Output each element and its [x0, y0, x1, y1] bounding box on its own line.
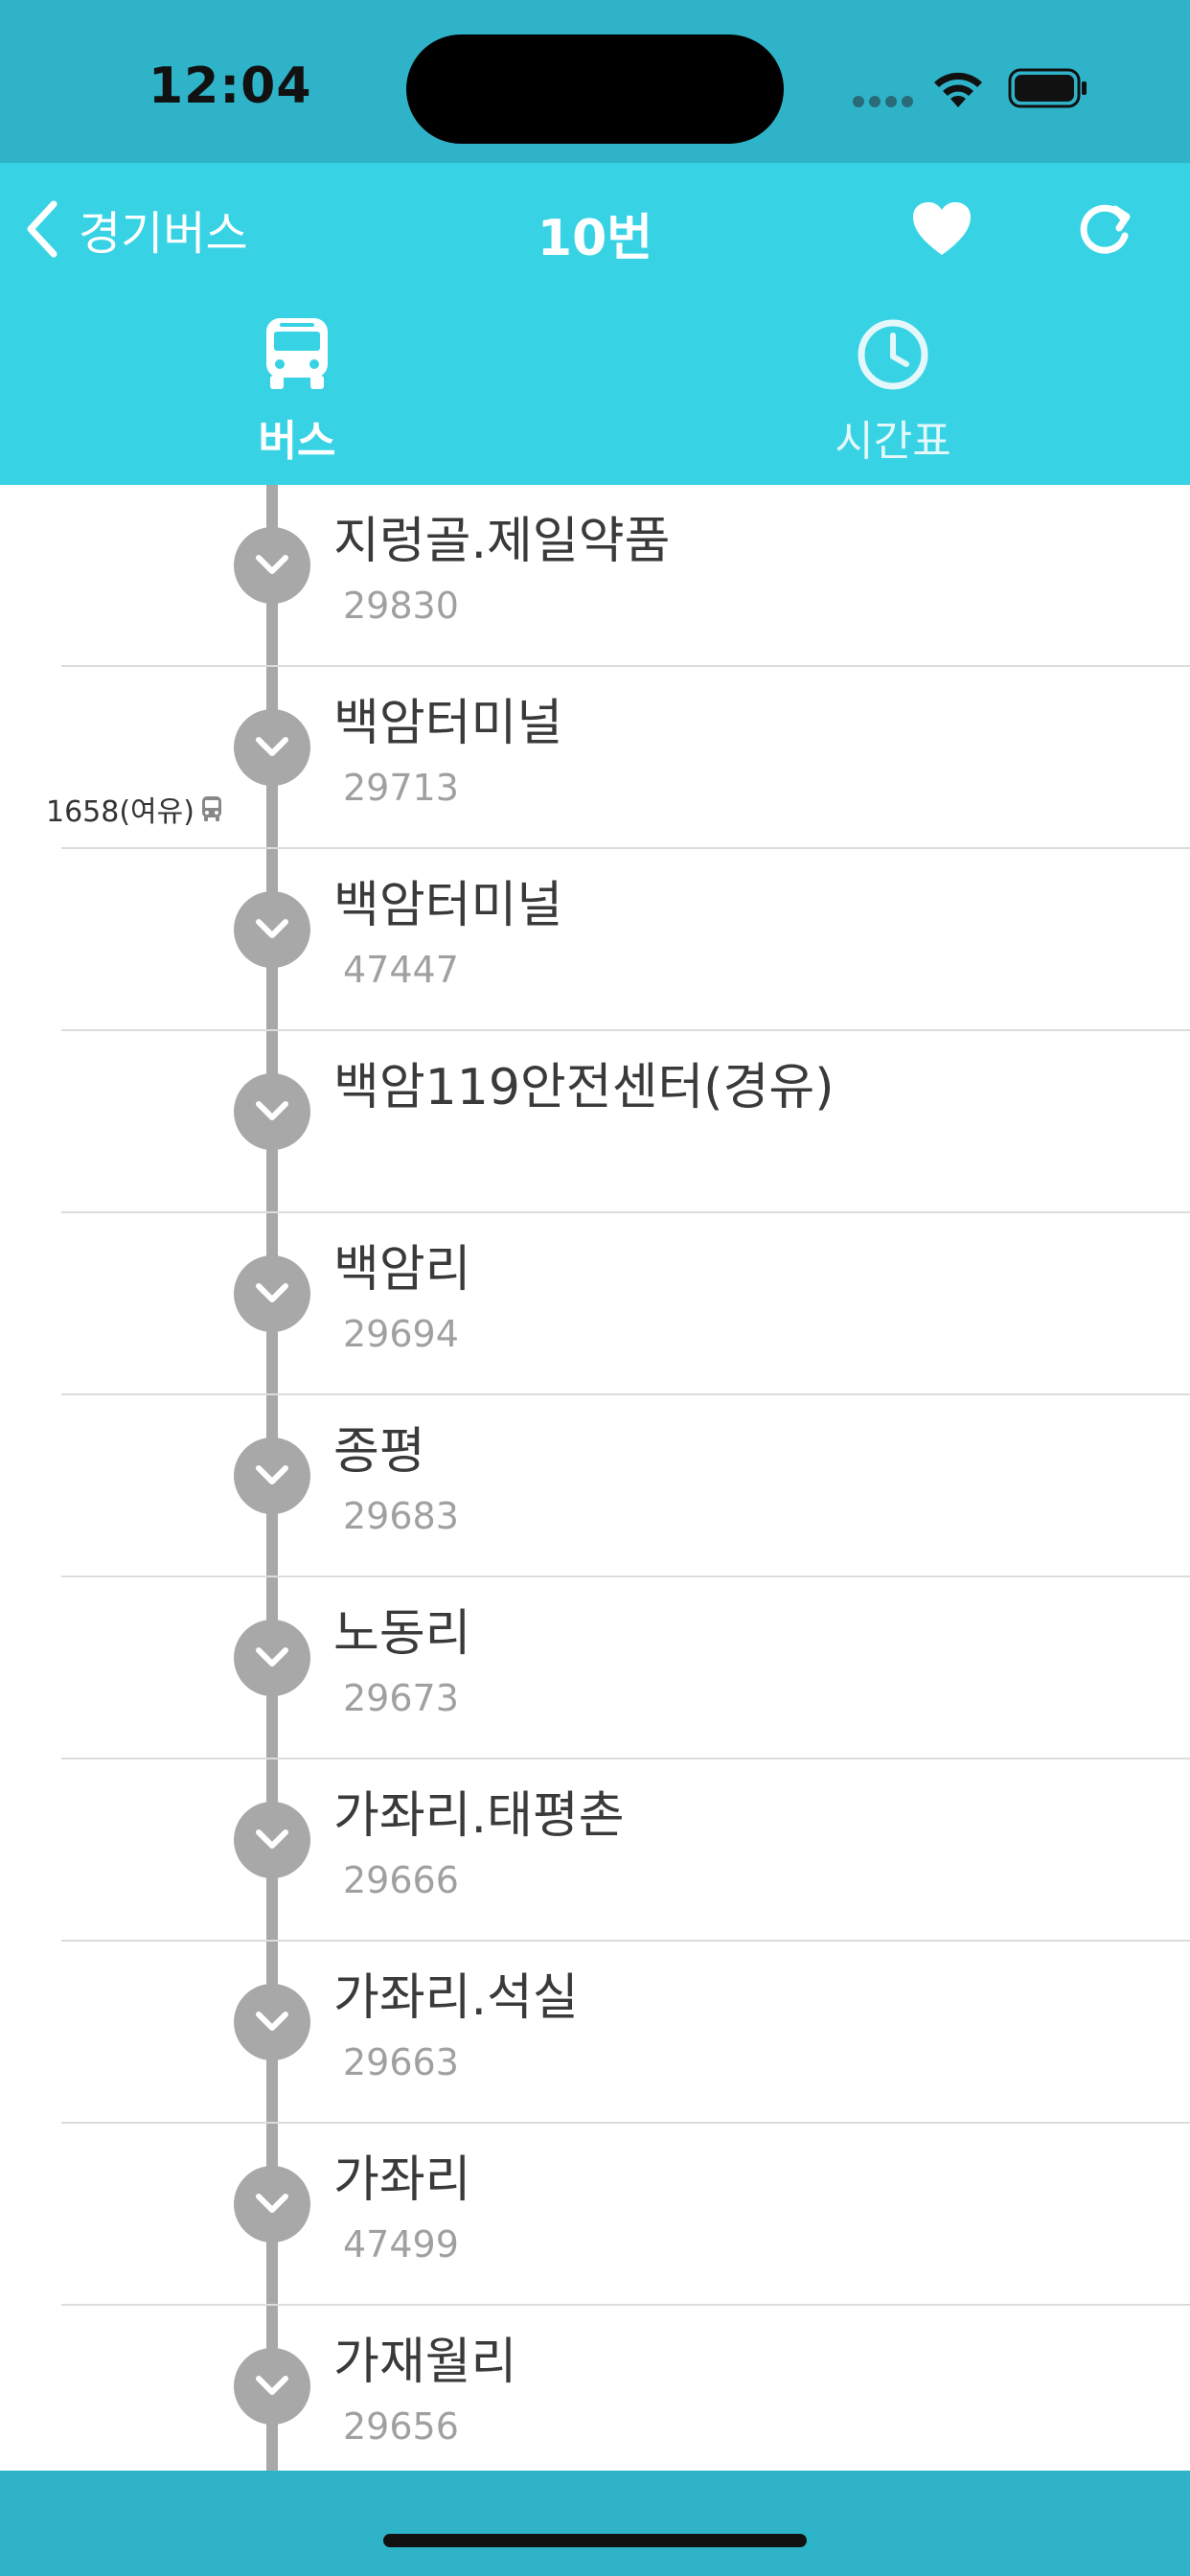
tab-timetable[interactable]: 시간표	[749, 316, 1037, 485]
stop-id: 29663	[343, 2041, 459, 2083]
refresh-icon[interactable]	[1073, 197, 1136, 261]
stop-id: 29656	[343, 2405, 459, 2448]
chevron-left-icon	[27, 200, 57, 258]
stop-node	[234, 709, 310, 786]
chevron-down-icon	[256, 737, 288, 756]
chevron-down-icon	[256, 555, 288, 574]
stop-node	[234, 2348, 310, 2425]
dynamic-island	[406, 34, 784, 144]
status-bar: 12:04	[0, 0, 1190, 163]
stop-name: 백암터미널	[333, 695, 563, 752]
stop-id: 29673	[343, 1677, 459, 1719]
tab-timetable-label: 시간표	[835, 417, 951, 466]
stop-name: 지렁골.제일약품	[333, 513, 671, 570]
stop-node	[234, 1255, 310, 1332]
stop-row[interactable]: 가좌리 47499	[0, 2124, 1190, 2306]
stop-node	[234, 1073, 310, 1150]
chevron-down-icon	[256, 1647, 288, 1667]
stop-node	[234, 1620, 310, 1696]
tab-bus[interactable]: 버스	[153, 316, 441, 485]
stop-node	[234, 2166, 310, 2242]
stop-id: 47447	[343, 949, 459, 991]
page-title: 10번	[537, 210, 653, 267]
stop-name: 종평	[333, 1423, 425, 1481]
chevron-down-icon	[256, 2376, 288, 2395]
stop-node	[234, 1984, 310, 2060]
stop-list[interactable]: 지렁골.제일약품 29830 백암터미널 29713 백암터미널 47447 백암119안전…	[0, 485, 1190, 2471]
navigation-bar: 경기버스 10번 버스 시간표	[0, 163, 1190, 485]
chevron-down-icon	[256, 1829, 288, 1849]
chevron-down-icon	[256, 1283, 288, 1302]
bus-location-marker[interactable]: 1658(여유)	[46, 788, 223, 830]
home-indicator[interactable]	[383, 2534, 807, 2547]
stop-row[interactable]: 노동리 29673	[0, 1577, 1190, 1760]
stop-id: 29666	[343, 1859, 459, 1901]
bus-marker-label: 1658(여유)	[46, 795, 195, 829]
bus-icon	[201, 796, 221, 821]
stop-name: 백암119안전센터(경유)	[333, 1059, 835, 1116]
stop-name: 가좌리.태평촌	[333, 1787, 625, 1845]
stop-row[interactable]: 지렁골.제일약품 29830	[0, 485, 1190, 667]
stop-name: 백암터미널	[333, 877, 563, 934]
back-button-label: 경기버스	[79, 207, 248, 261]
stop-node	[234, 891, 310, 968]
wifi-icon	[934, 72, 982, 107]
bus-icon	[266, 318, 328, 389]
chevron-down-icon	[256, 919, 288, 938]
stop-id: 29694	[343, 1313, 459, 1355]
status-time: 12:04	[149, 58, 312, 115]
stop-name: 가좌리	[333, 2151, 471, 2209]
back-button[interactable]: 경기버스	[23, 196, 248, 263]
stop-row[interactable]: 종평 29683	[0, 1395, 1190, 1577]
stop-row[interactable]: 가좌리.석실 29663	[0, 1942, 1190, 2124]
cellular-signal-icon	[853, 96, 914, 107]
stop-row[interactable]: 백암119안전센터(경유)	[0, 1031, 1190, 1213]
stop-name: 노동리	[333, 1605, 471, 1663]
chevron-down-icon	[256, 2012, 288, 2031]
stop-row[interactable]: 가좌리.태평촌 29666	[0, 1760, 1190, 1942]
chevron-down-icon	[256, 1101, 288, 1120]
stop-row[interactable]: 백암리 29694	[0, 1213, 1190, 1395]
battery-icon	[1008, 68, 1087, 108]
stop-node	[234, 1802, 310, 1878]
stop-row[interactable]: 가재월리 29656	[0, 2306, 1190, 2471]
bottom-bar	[0, 2471, 1190, 2576]
chevron-down-icon	[256, 2194, 288, 2213]
tab-bus-label: 버스	[258, 417, 336, 466]
stop-name: 가재월리	[333, 2334, 517, 2391]
stop-node	[234, 1438, 310, 1514]
stop-id: 47499	[343, 2223, 459, 2266]
clock-icon	[858, 319, 928, 390]
stop-name: 가좌리.석실	[333, 1969, 579, 2027]
stop-name: 백암리	[333, 1241, 471, 1299]
stop-row[interactable]: 백암터미널 47447	[0, 849, 1190, 1031]
stop-id: 29713	[343, 767, 459, 809]
heart-icon[interactable]	[912, 201, 972, 257]
stop-id: 29830	[343, 585, 459, 627]
stop-node	[234, 527, 310, 604]
stop-id: 29683	[343, 1495, 459, 1537]
chevron-down-icon	[256, 1465, 288, 1484]
